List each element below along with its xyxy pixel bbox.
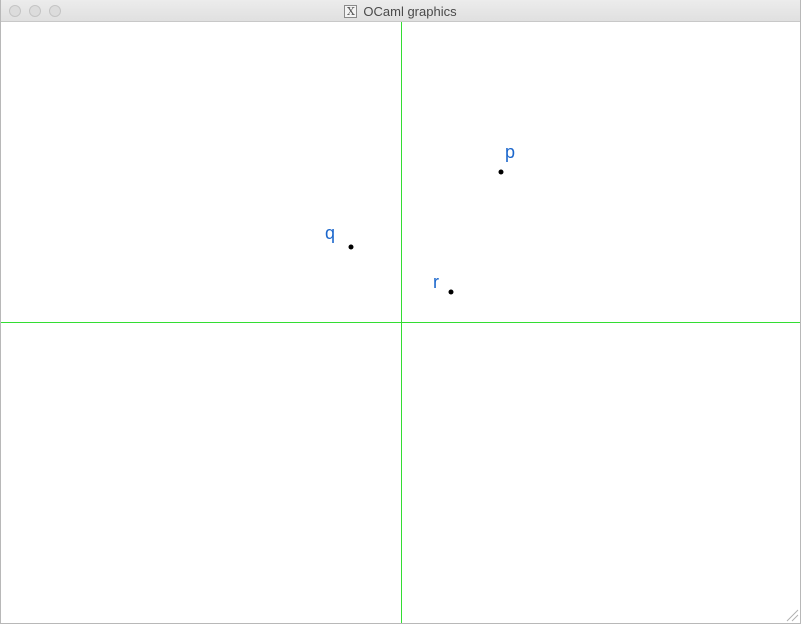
app-window: X OCaml graphics p q r	[0, 0, 801, 624]
plot-svg: p q r	[1, 22, 800, 623]
graphics-canvas[interactable]: p q r	[1, 22, 800, 623]
point-label-p: p	[505, 142, 515, 162]
point-label-q: q	[325, 223, 335, 243]
window-title: OCaml graphics	[363, 3, 457, 19]
point-q	[348, 244, 354, 250]
resize-grip-icon[interactable]	[785, 608, 799, 622]
point-label-r: r	[433, 272, 439, 292]
x11-icon: X	[344, 4, 358, 18]
title-group: X OCaml graphics	[1, 0, 800, 22]
points-group: p q r	[325, 142, 515, 295]
point-r	[448, 289, 454, 295]
point-p	[498, 169, 504, 175]
title-bar[interactable]: X OCaml graphics	[1, 0, 800, 22]
